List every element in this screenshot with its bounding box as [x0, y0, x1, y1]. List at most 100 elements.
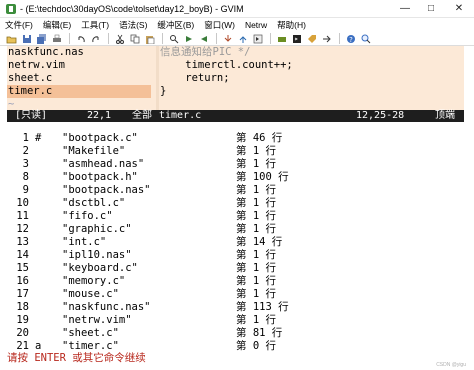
buffer-name: "bootpack.h" [62, 171, 138, 183]
buffer-name: "keyboard.c" [62, 262, 138, 274]
buffer-name: "bootpack.c" [62, 132, 138, 144]
menu-buffers[interactable]: 缓冲区(B) [152, 19, 199, 31]
watermark: CSDN @yigu [436, 362, 466, 368]
buffer-number: 15 [16, 262, 29, 274]
buffer-name: "bootpack.nas" [62, 184, 151, 196]
empty-line-marker: ~ [8, 98, 15, 110]
help-icon[interactable]: ? [344, 33, 357, 45]
menu-tools[interactable]: 工具(T) [76, 19, 114, 31]
buffer-line-info: 第 1 行 [236, 184, 276, 196]
toolbar-separator [162, 33, 163, 44]
toolbar-separator [339, 33, 340, 44]
save-session-icon[interactable] [236, 33, 249, 45]
save-icon[interactable] [20, 33, 33, 45]
buffer-line-info: 第 1 行 [236, 197, 276, 209]
buffer-line-info: 第 1 行 [236, 288, 276, 300]
load-session-icon[interactable] [221, 33, 234, 45]
menu-bar: 文件(F) 编辑(E) 工具(T) 语法(S) 缓冲区(B) 窗口(W) Net… [0, 18, 474, 31]
buffer-name: "sheet.c" [62, 327, 119, 339]
buffer-number: 18 [16, 301, 29, 313]
buffer-line-info: 第 1 行 [236, 249, 276, 261]
buffer-line-info: 第 1 行 [236, 145, 276, 157]
editor-area[interactable]: naskfunc.nas netrw.vim sheet.c timer.c ~… [7, 46, 464, 368]
press-enter-prompt: 请按 ENTER 或其它命令继续 [7, 352, 146, 364]
buffer-list-row: 11 "fifo.c" 第 1 行 [7, 210, 464, 223]
menu-help[interactable]: 帮助(H) [272, 19, 311, 31]
buffer-list-row: 15 "keyboard.c" 第 1 行 [7, 262, 464, 275]
buffer-line-info: 第 81 行 [236, 327, 283, 339]
buffer-list-row: 18 "naskfunc.nas" 第 113 行 [7, 301, 464, 314]
buffer-name: "ipl10.nas" [62, 249, 132, 261]
buffer-list-row: 13 "int.c" 第 14 行 [7, 236, 464, 249]
code-line: timerctl.count++; [160, 59, 293, 71]
run-script-icon[interactable] [251, 33, 264, 45]
buffer-number: 8 [22, 171, 29, 183]
buffer-list-row: 9 "bootpack.nas" 第 1 行 [7, 184, 464, 197]
status-line: [只读] 22,1 全部 timer.c 12,25-28 顶端 [7, 110, 464, 122]
left-scroll-percent: 全部 [132, 110, 152, 121]
file-list-item[interactable]: naskfunc.nas [7, 46, 156, 59]
title-bar: - (E:\techdoc\30dayOS\code\tolset\day12_… [0, 0, 474, 18]
buffer-list-row: 14 "ipl10.nas" 第 1 行 [7, 249, 464, 262]
undo-icon[interactable] [74, 33, 87, 45]
buffer-line-info: 第 1 行 [236, 158, 276, 170]
ctags-icon[interactable] [305, 33, 318, 45]
shell-icon[interactable] [290, 33, 303, 45]
replace-icon[interactable] [167, 33, 180, 45]
paste-icon[interactable] [143, 33, 156, 45]
buffer-number: 13 [16, 236, 29, 248]
menu-syntax[interactable]: 语法(S) [114, 19, 152, 31]
code-line-comment: 信息通知给PIC */ [160, 46, 251, 58]
buffer-list-row: 10 "dsctbl.c" 第 1 行 [7, 197, 464, 210]
redo-icon[interactable] [89, 33, 102, 45]
buffer-number: 2 [22, 145, 29, 157]
menu-edit[interactable]: 编辑(E) [38, 19, 76, 31]
netrw-file-list-pane[interactable]: naskfunc.nas netrw.vim sheet.c timer.c ~ [7, 46, 156, 110]
buffer-line-info: 第 14 行 [236, 236, 283, 248]
open-icon[interactable] [5, 33, 18, 45]
buffer-number: 14 [16, 249, 29, 261]
code-line: } [160, 85, 167, 97]
tag-jump-icon[interactable] [320, 33, 333, 45]
close-button[interactable]: ✕ [444, 0, 474, 17]
code-pane[interactable]: 信息通知给PIC */ timerctl.count++; return; } [159, 46, 464, 110]
find-help-icon[interactable] [359, 33, 372, 45]
right-cursor-position: 12,25-28 [356, 110, 405, 121]
find-next-icon[interactable] [182, 33, 195, 45]
buffer-number: 19 [16, 314, 29, 326]
buffer-line-info: 第 1 行 [236, 262, 276, 274]
make-icon[interactable] [275, 33, 288, 45]
find-prev-icon[interactable] [197, 33, 210, 45]
toolbar-separator [216, 33, 217, 44]
buffer-list-row: 2 "Makefile" 第 1 行 [7, 145, 464, 158]
buffer-name: "fifo.c" [62, 210, 113, 222]
buffer-list-row: 19 "netrw.vim" 第 1 行 [7, 314, 464, 327]
save-all-icon[interactable] [35, 33, 48, 45]
buffer-name: "netrw.vim" [62, 314, 132, 326]
file-list-item-selected[interactable]: timer.c [7, 85, 151, 98]
menu-file[interactable]: 文件(F) [0, 19, 38, 31]
minimize-button[interactable]: — [392, 0, 418, 17]
buffer-list-row: 17 "mouse.c" 第 1 行 [7, 288, 464, 301]
copy-icon[interactable] [128, 33, 141, 45]
menu-window[interactable]: 窗口(W) [199, 19, 240, 31]
toolbar-separator [108, 33, 109, 44]
buffer-line-info: 第 0 行 [236, 340, 276, 352]
buffer-name: "int.c" [62, 236, 107, 248]
buffer-number: 10 [16, 197, 29, 209]
buffer-number: 17 [16, 288, 29, 300]
toolbar-separator [270, 33, 271, 44]
buffer-number: 20 [16, 327, 29, 339]
buffer-number: 11 [16, 210, 29, 222]
buffer-list-row: 3 "asmhead.nas" 第 1 行 [7, 158, 464, 171]
buffer-name: "mouse.c" [62, 288, 119, 300]
file-list-item[interactable]: netrw.vim [7, 59, 156, 72]
maximize-button[interactable]: □ [418, 0, 444, 17]
print-icon[interactable] [50, 33, 63, 45]
readonly-indicator: [只读] [15, 110, 48, 121]
buffer-number: 16 [16, 275, 29, 287]
menu-netrw[interactable]: Netrw [240, 20, 272, 30]
gvim-app-icon[interactable] [6, 3, 16, 14]
file-list-item[interactable]: sheet.c [7, 72, 156, 85]
cut-icon[interactable] [113, 33, 126, 45]
